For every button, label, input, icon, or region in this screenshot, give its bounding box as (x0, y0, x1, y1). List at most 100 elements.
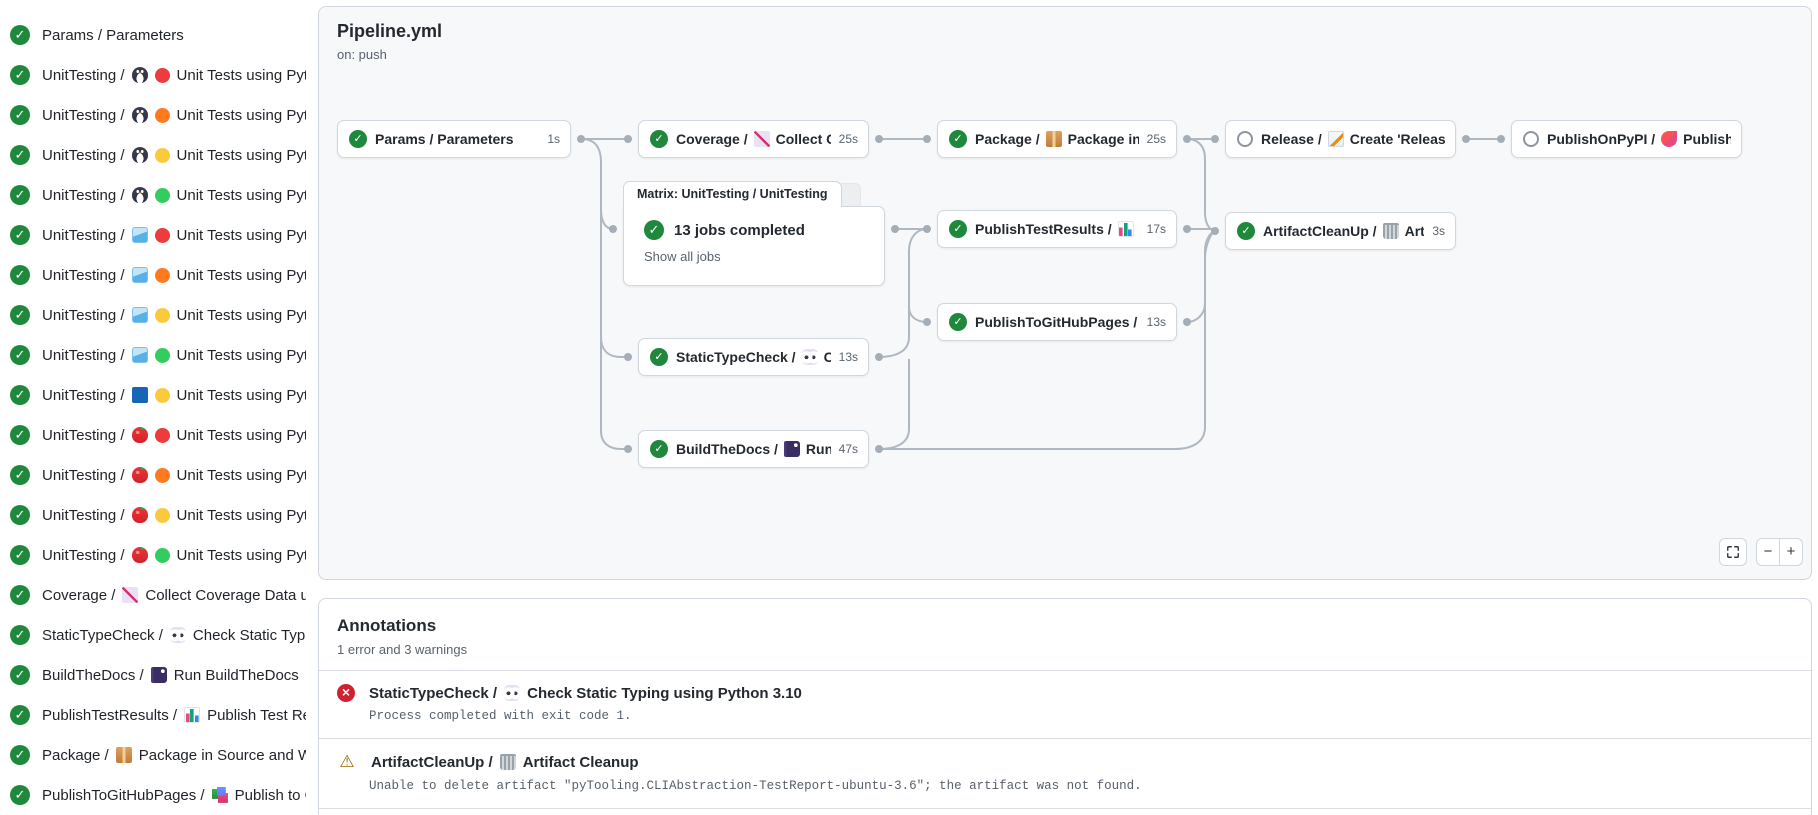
sidebar-job-item[interactable]: ✓Params / Parameters (0, 15, 312, 55)
rocket-icon (1661, 131, 1677, 147)
job-duration: 13s (1147, 315, 1166, 329)
sidebar-job-item[interactable]: ✓UnitTesting /Unit Tests using Pyth... (0, 415, 312, 455)
workflow-trigger: on: push (337, 47, 387, 62)
graph-edges (319, 7, 1813, 581)
success-icon: ✓ (10, 225, 30, 245)
success-icon: ✓ (949, 313, 967, 331)
job-node-label: Release /Create 'Release P... (1261, 131, 1445, 147)
job-node-label: PublishToGitHubPages /... (975, 314, 1139, 330)
sidebar-job-item[interactable]: ✓UnitTesting /Unit Tests using Pyth... (0, 295, 312, 335)
sidebar-job-item[interactable]: ✓UnitTesting /Unit Tests using Pyth... (0, 495, 312, 535)
annotation-message: Unable to delete artifact "pyTooling.CLI… (369, 779, 1793, 793)
matrix-group-card[interactable]: ✓ 13 jobs completed Show all jobs (623, 206, 885, 286)
matrix-group-tab: Matrix: UnitTesting / UnitTesting (623, 181, 842, 207)
sidebar-job-item[interactable]: ✓ UnitTesting /Unit Tests using Pyth... (0, 55, 312, 95)
annotation-job-link[interactable]: × StaticTypeCheck /Check Static Typing us… (337, 684, 1793, 702)
python-version-dot (155, 148, 170, 163)
package-icon (1046, 131, 1062, 147)
sidebar-job-label: UnitTesting /Unit Tests using Pyth... (42, 147, 306, 164)
workflow-file-title: Pipeline.yml (337, 21, 442, 42)
success-icon: ✓ (10, 505, 30, 525)
sidebar-job-label: PublishTestResults /Publish Test Resu... (42, 707, 306, 724)
job-duration: 3s (1432, 224, 1445, 238)
job-node-statictypecheck[interactable]: ✓StaticTypeCheck /Chec...13s (638, 338, 869, 376)
sidebar-job-item[interactable]: ✓UnitTesting /Unit Tests using Pyth... (0, 375, 312, 415)
python-version-dot (155, 428, 170, 443)
annotation-job-name: StaticTypeCheck /Check Static Typing usi… (369, 685, 802, 702)
fullscreen-icon (1726, 545, 1740, 559)
sidebar-job-item[interactable]: ✓PublishTestResults /Publish Test Resu..… (0, 695, 312, 735)
zoom-out-button[interactable]: − (1757, 539, 1780, 565)
apple-icon (132, 507, 148, 523)
job-node-release[interactable]: Release /Create 'Release P... (1225, 120, 1456, 158)
sidebar-job-item[interactable]: ✓UnitTesting /Unit Tests using Pyth... (0, 535, 312, 575)
job-node-coverage[interactable]: ✓Coverage /Collect Cove...25s (638, 120, 869, 158)
warning-icon: ⚠ (337, 752, 357, 772)
job-node-label: PublishTestResults /Pu... (975, 221, 1139, 237)
job-node-publishtogithubpages[interactable]: ✓ PublishToGitHubPages /... 13s (937, 303, 1177, 341)
sidebar-job-label: UnitTesting /Unit Tests using Pyth... (42, 347, 306, 364)
sidebar-job-item[interactable]: ✓Package /Package in Source and Wh... (0, 735, 312, 775)
annotations-summary: 1 error and 3 warnings (337, 642, 1793, 657)
windows-icon (132, 387, 148, 403)
success-icon: ✓ (949, 130, 967, 148)
skipped-icon (1523, 131, 1539, 147)
sidebar-job-item[interactable]: ✓UnitTesting /Unit Tests using Pyth... (0, 255, 312, 295)
python-version-dot (155, 308, 170, 323)
job-duration: 25s (839, 132, 858, 146)
trash-icon (1383, 225, 1399, 239)
success-icon: ✓ (644, 220, 664, 240)
error-icon: × (337, 684, 355, 702)
job-node-buildthedocs[interactable]: ✓BuildTheDocs /Run Buil...47s (638, 430, 869, 468)
python-version-dot (155, 548, 170, 563)
success-icon: ✓ (10, 545, 30, 565)
annotation-job-name: ArtifactCleanUp /Artifact Cleanup (371, 754, 639, 771)
annotation-job-link[interactable]: ⚠ ArtifactCleanUp /Artifact Cleanup (337, 752, 1793, 772)
python-version-dot (155, 68, 170, 83)
job-list: ✓Params / Parameters✓UnitTesting /Unit T… (0, 0, 312, 815)
package-icon (116, 747, 132, 763)
annotation-row: ⚠ ArtifactCleanUp /Artifact Cleanup Unable… (319, 738, 1811, 808)
success-icon: ✓ (650, 130, 668, 148)
job-node-params[interactable]: ✓Params / Parameters1s (337, 120, 571, 158)
zoom-in-button[interactable]: + (1780, 539, 1802, 565)
sidebar-job-item[interactable]: ✓UnitTesting /Unit Tests using Pyth... (0, 95, 312, 135)
sidebar-job-item[interactable]: ✓StaticTypeCheck /Check Static Typing... (0, 615, 312, 655)
matrix-summary-label: 13 jobs completed (674, 222, 805, 239)
books-icon (212, 787, 228, 803)
job-node-label: BuildTheDocs /Run Buil... (676, 441, 831, 457)
chart-up-icon (754, 131, 770, 147)
sidebar-job-item[interactable]: ✓UnitTesting /Unit Tests using Pyth... (0, 215, 312, 255)
memo-icon (1328, 131, 1344, 147)
job-node-label: Package /Package in So... (975, 131, 1139, 147)
job-node-publishonpypi[interactable]: PublishOnPyPI /Publish to ... (1511, 120, 1742, 158)
job-node-artifactcleanup[interactable]: ✓ArtifactCleanUp /Artifac...3s (1225, 212, 1456, 250)
sidebar-job-item[interactable]: ✓UnitTesting /Unit Tests using Pyth... (0, 135, 312, 175)
cube-icon (132, 307, 148, 323)
sidebar-job-item[interactable]: ✓UnitTesting /Unit Tests using Pyth... (0, 455, 312, 495)
success-icon: ✓ (10, 185, 30, 205)
job-node-publishtestresults[interactable]: ✓PublishTestResults /Pu...17s (937, 210, 1177, 248)
python-version-dot (155, 508, 170, 523)
sidebar-job-item[interactable]: ✓PublishToGitHubPages /Publish to G... (0, 775, 312, 815)
success-icon: ✓ (10, 105, 30, 125)
eyes-icon (504, 685, 520, 701)
show-all-jobs-link[interactable]: Show all jobs (644, 249, 884, 264)
notebook-icon (784, 441, 800, 457)
annotations-list: × StaticTypeCheck /Check Static Typing us… (319, 670, 1811, 808)
success-icon: ✓ (10, 745, 30, 765)
sidebar-job-item[interactable]: ✓BuildTheDocs /Run BuildTheDocs (0, 655, 312, 695)
job-node-label: Params / Parameters (375, 131, 539, 147)
sidebar-job-label: UnitTesting /Unit Tests using Pyth... (42, 67, 306, 84)
barchart-icon (1118, 221, 1134, 237)
sidebar-job-item[interactable]: ✓UnitTesting /Unit Tests using Pyth... (0, 335, 312, 375)
fullscreen-button[interactable] (1719, 538, 1747, 566)
eyes-icon (170, 627, 186, 643)
sidebar-job-item[interactable]: ✓Coverage /Collect Coverage Data usi... (0, 575, 312, 615)
job-node-package[interactable]: ✓Package /Package in So...25s (937, 120, 1177, 158)
success-icon: ✓ (10, 65, 30, 85)
job-duration: 1s (547, 132, 560, 146)
sidebar-job-label: Params / Parameters (42, 27, 184, 44)
apple-icon (132, 427, 148, 443)
sidebar-job-item[interactable]: ✓UnitTesting /Unit Tests using Pyth... (0, 175, 312, 215)
